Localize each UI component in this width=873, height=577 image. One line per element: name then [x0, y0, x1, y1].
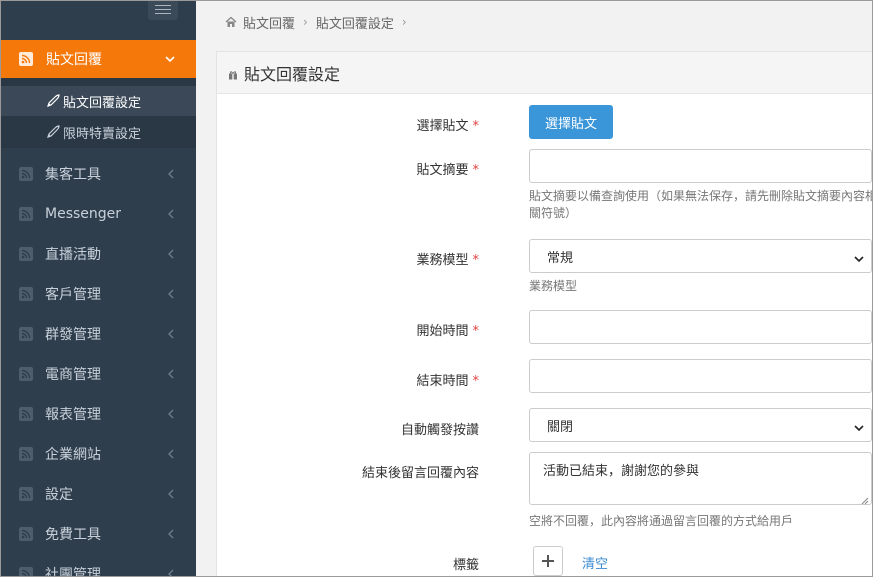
chevron-left-icon: [166, 488, 176, 500]
select-post-button[interactable]: 選擇貼文: [529, 105, 613, 139]
required-mark: *: [472, 374, 480, 389]
panel-header: 貼文回覆設定: [217, 52, 873, 94]
start-time-label: 開始時間: [416, 324, 469, 339]
rss-icon: [19, 247, 33, 261]
sidebar-item-free-tools[interactable]: 免費工具: [0, 514, 196, 554]
chevron-left-icon: [166, 208, 176, 220]
rocket-icon: [46, 125, 61, 139]
required-mark: *: [472, 163, 480, 178]
rss-icon: [19, 52, 33, 66]
chevron-left-icon: [166, 248, 176, 260]
end-reply-textarea[interactable]: 活動已結束，謝謝您的參與: [529, 452, 872, 505]
chevron-left-icon: [166, 448, 176, 460]
chevron-left-icon: [166, 408, 176, 420]
breadcrumb: 貼文回覆 › 貼文回覆設定 ›: [196, 0, 873, 44]
sidebar-item-report-management[interactable]: 報表管理: [0, 394, 196, 434]
chevron-right-icon: ›: [303, 15, 308, 29]
chevron-left-icon: [166, 568, 176, 577]
breadcrumb-item[interactable]: 貼文回覆設定: [316, 13, 394, 32]
auto-like-label: 自動觸發按讚: [400, 423, 479, 438]
sidebar-item-label: 貼文回覆: [46, 52, 102, 68]
business-model-help-text: 業務模型: [529, 279, 578, 293]
sidebar-item-customer-management[interactable]: 客戶管理: [0, 274, 196, 314]
chevron-left-icon: [166, 288, 176, 300]
home-icon[interactable]: [225, 16, 237, 28]
rss-icon: [19, 447, 33, 461]
chevron-down-icon: [854, 421, 864, 432]
rss-icon: [19, 167, 33, 181]
sidebar-submenu: 貼文回覆設定 限時特賣設定: [0, 78, 196, 148]
rss-icon: [19, 487, 33, 501]
sidebar-item-group-management[interactable]: 社團管理: [0, 554, 196, 577]
settings-panel: 貼文回覆設定 選擇貼文 * 選擇貼文 貼文摘要 * 貼文摘要以備查詢使用（如果無法保…: [216, 51, 873, 577]
rss-icon: [19, 407, 33, 421]
sidebar-item-live-events[interactable]: 直播活動: [0, 234, 196, 274]
rss-icon: [19, 367, 33, 381]
gift-icon: [228, 68, 238, 79]
summary-label: 貼文摘要: [416, 163, 469, 178]
sidebar-item-settings[interactable]: 設定: [0, 474, 196, 514]
panel-title: 貼文回覆設定: [244, 64, 341, 84]
rss-icon: [19, 287, 33, 301]
end-time-label: 結束時間: [416, 374, 469, 389]
resize-handle-icon[interactable]: [861, 494, 869, 505]
post-label: 選擇貼文: [416, 119, 469, 134]
end-reply-value: 活動已結束，謝謝您的參與: [543, 464, 700, 479]
auto-like-value: 關閉: [547, 419, 574, 435]
auto-like-select[interactable]: 關閉: [529, 408, 872, 442]
rss-icon: [19, 527, 33, 541]
chevron-left-icon: [166, 368, 176, 380]
business-model-select[interactable]: 常規: [529, 239, 872, 273]
sidebar-subitem-post-reply-settings[interactable]: 貼文回覆設定: [0, 86, 196, 116]
rss-icon: [19, 567, 33, 577]
chevron-left-icon: [166, 328, 176, 340]
sidebar-item-messenger[interactable]: Messenger: [0, 194, 196, 234]
sidebar-subitem-flash-sale-settings[interactable]: 限時特賣設定: [0, 117, 196, 147]
chevron-down-icon: [163, 52, 177, 66]
sidebar-item-customer-tools[interactable]: 集客工具: [0, 154, 196, 194]
business-model-value: 常規: [547, 250, 574, 266]
required-mark: *: [472, 119, 480, 134]
add-tag-button[interactable]: [533, 546, 563, 576]
sidebar-item-company-website[interactable]: 企業網站: [0, 434, 196, 474]
sidebar-item-ecommerce-management[interactable]: 電商管理: [0, 354, 196, 394]
end-time-input[interactable]: [529, 359, 872, 393]
chevron-left-icon: [166, 528, 176, 540]
sidebar-toggle-button[interactable]: [148, 0, 178, 20]
tags-label: 標籤: [452, 558, 479, 573]
summary-help-text: 貼文摘要以備查詢使用（如果無法保存，請先刪除貼文摘要內容相關符號）: [529, 189, 873, 220]
summary-input[interactable]: [529, 149, 872, 183]
required-mark: *: [472, 253, 480, 268]
breadcrumb-item[interactable]: 貼文回覆: [243, 13, 295, 32]
chevron-down-icon: [854, 252, 864, 263]
rocket-icon: [46, 94, 61, 108]
main-content: 貼文回覆 › 貼文回覆設定 › 貼文回覆設定 選擇貼文 * 選擇貼文 貼文摘要 * …: [196, 0, 873, 577]
chevron-left-icon: [166, 168, 176, 180]
start-time-input[interactable]: [529, 310, 872, 344]
rss-icon: [19, 207, 33, 221]
sidebar: 貼文回覆 貼文回覆設定 限時特賣設定 集客工具 Messenger 直播活動 客…: [0, 0, 196, 577]
end-reply-help-text: 空將不回覆，此內容將通過留言回覆的方式給用戶: [529, 514, 794, 528]
end-reply-label: 結束後留言回覆內容: [361, 466, 479, 481]
required-mark: *: [472, 324, 480, 339]
rss-icon: [19, 327, 33, 341]
business-model-label: 業務模型: [416, 253, 469, 268]
clear-tags-link[interactable]: 清空: [582, 553, 608, 572]
chevron-right-icon: ›: [401, 15, 407, 29]
sidebar-item-broadcast-management[interactable]: 群發管理: [0, 314, 196, 354]
sidebar-item-post-reply[interactable]: 貼文回覆: [0, 40, 196, 78]
